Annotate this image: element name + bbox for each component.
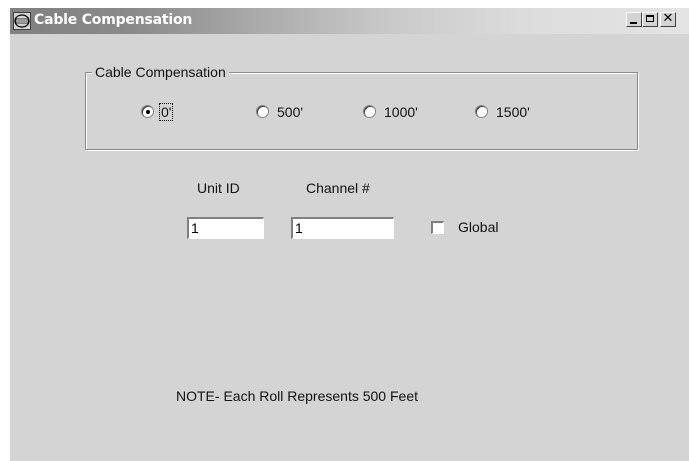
close-button[interactable]: ✕	[660, 12, 676, 27]
radio-label-1500ft[interactable]: 1500'	[496, 104, 530, 120]
unit-id-label: Unit ID	[197, 180, 240, 196]
maximize-icon	[646, 15, 654, 22]
global-checkbox[interactable]	[431, 221, 444, 234]
radio-selected-dot	[146, 110, 150, 114]
maximize-button[interactable]	[642, 12, 658, 27]
close-icon: ✕	[662, 11, 674, 26]
radio-label-1000ft[interactable]: 1000'	[384, 104, 418, 120]
radio-label-0ft[interactable]: 0'	[158, 103, 174, 121]
cable-compensation-window: Cable Compensation ✕ Cable Compensation …	[9, 7, 689, 461]
group-label: Cable Compensation	[92, 64, 229, 80]
radio-button[interactable]	[141, 105, 154, 118]
minimize-button[interactable]	[626, 12, 642, 27]
radio-button[interactable]	[363, 105, 376, 118]
minimize-icon	[630, 22, 637, 24]
radio-button[interactable]	[475, 105, 488, 118]
radio-label-500ft[interactable]: 500'	[277, 104, 303, 120]
global-label[interactable]: Global	[458, 219, 498, 235]
channel-input[interactable]: 1	[291, 217, 394, 239]
channel-label: Channel #	[306, 180, 370, 196]
note-text: NOTE- Each Roll Represents 500 Feet	[176, 388, 418, 404]
app-logo-icon[interactable]	[13, 12, 31, 30]
unit-id-input[interactable]: 1	[187, 217, 264, 239]
radio-button[interactable]	[256, 105, 269, 118]
window-title: Cable Compensation	[34, 12, 193, 28]
title-bar[interactable]: Cable Compensation ✕	[10, 8, 689, 34]
